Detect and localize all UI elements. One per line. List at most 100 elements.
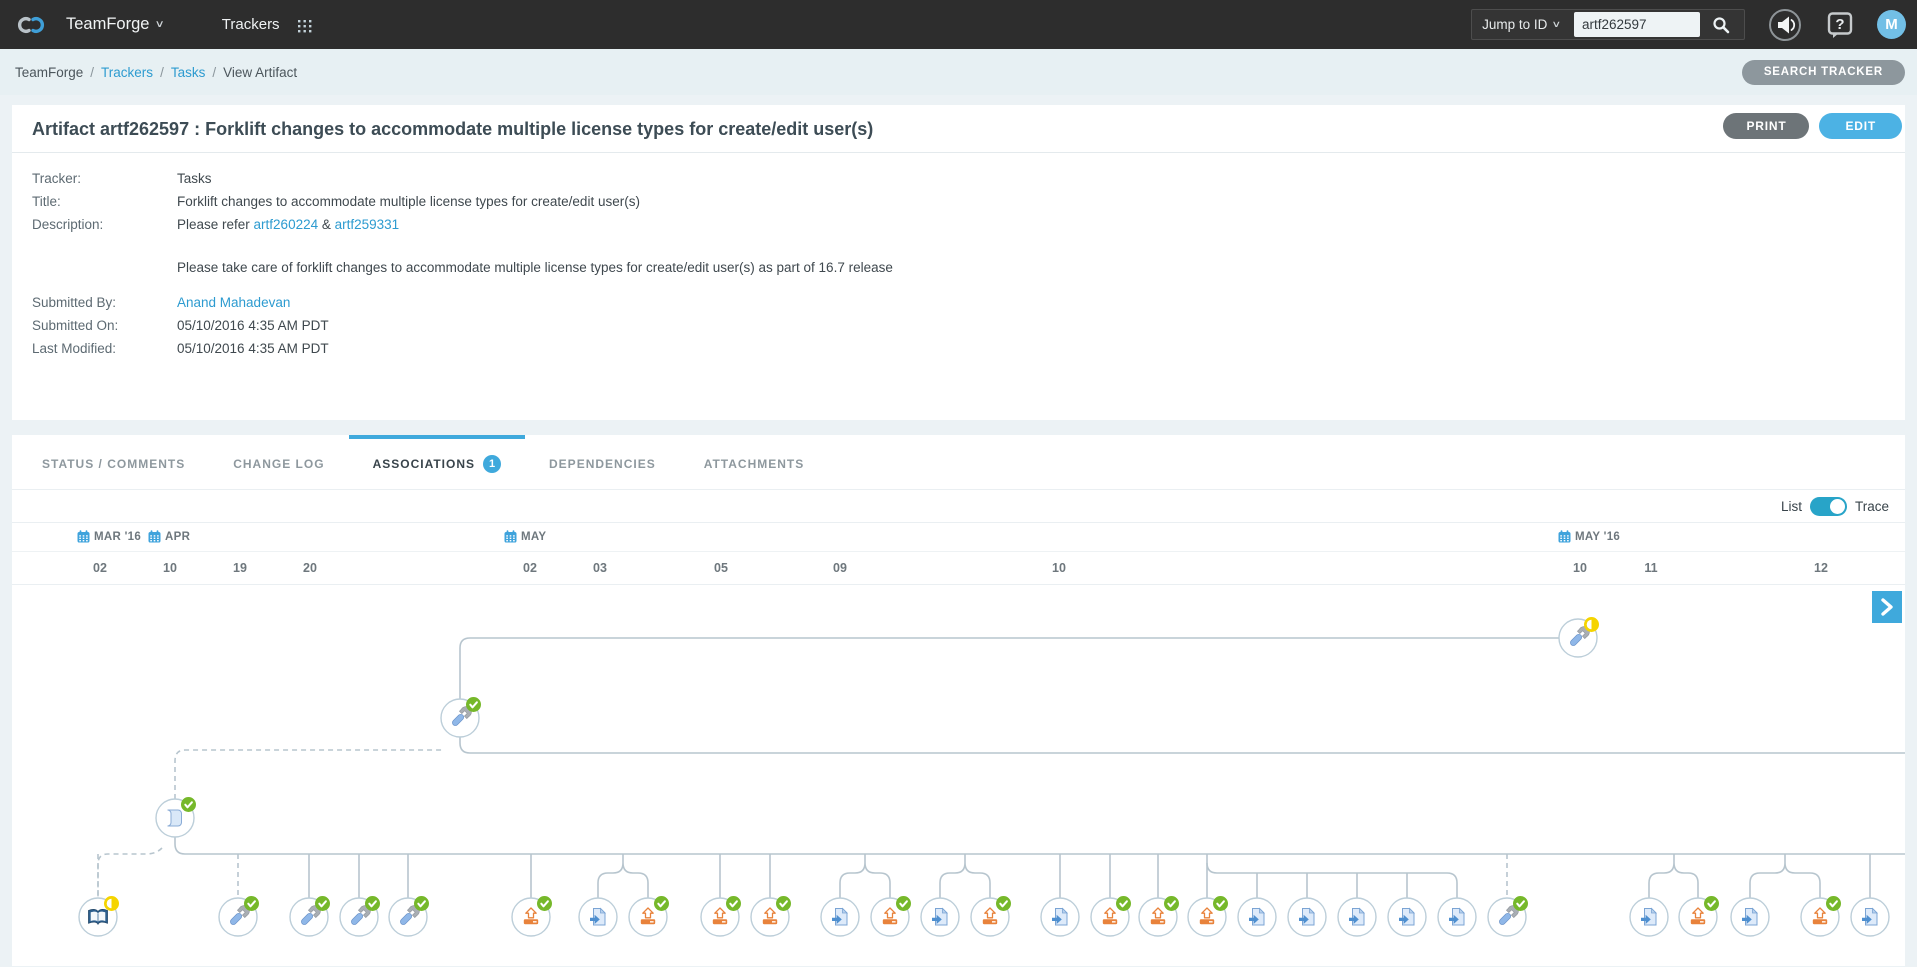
timeline-day-tick: 20 [303,561,317,575]
user-link[interactable]: Anand Mahadevan [177,295,290,310]
tab-status-comments[interactable]: STATUS / COMMENTS [18,435,209,489]
announcements-button[interactable] [1767,7,1803,43]
field-value: Anand Mahadevan [177,294,290,312]
project-switcher[interactable]: TeamForge ∨ [66,15,164,34]
field-row: Submitted By:Anand Mahadevan [32,294,1885,312]
trace-node-scroll[interactable] [156,797,196,837]
completed-badge [896,896,911,911]
artifact-link[interactable]: artf260224 [254,217,319,232]
field-row: Description:Please refer artf260224 & ar… [32,216,1885,278]
completed-badge [726,896,741,911]
month-text: MAR '16 [94,531,141,543]
trace-node-file[interactable] [821,898,859,936]
breadcrumb-item[interactable]: Trackers [101,65,153,80]
trace-node-upload[interactable] [701,896,741,936]
tab-associations[interactable]: ASSOCIATIONS1 [349,435,525,489]
trace-node-file[interactable] [921,898,959,936]
completed-badge [365,896,380,911]
trace-node-wrench[interactable] [1559,617,1599,657]
completed-badge [654,896,669,911]
field-label: Title: [32,193,177,211]
trace-node-file[interactable] [1438,898,1476,936]
svg-text:?: ? [1835,16,1844,33]
trace-node-upload[interactable] [1679,896,1719,936]
trace-node-file[interactable] [1288,898,1326,936]
trace-node-file[interactable] [1041,898,1079,936]
month-text: MAY '16 [1575,531,1620,543]
field-row: Last Modified:05/10/2016 4:35 AM PDT [32,340,1885,358]
timeline-month-label: APR [148,530,190,543]
trace-node-file[interactable] [1338,898,1376,936]
trace-node-wrench[interactable] [290,896,330,936]
description-line: Please refer artf260224 & artf259331 [177,216,893,234]
breadcrumb-item: TeamForge [15,65,83,80]
artifact-details-card: Artifact artf262597 : Forklift changes t… [12,105,1905,420]
trace-node-upload[interactable] [629,896,669,936]
trace-node-wrench[interactable] [389,896,429,936]
trace-node-upload[interactable] [1188,896,1228,936]
list-trace-toggle[interactable] [1810,497,1847,516]
tab-change-log[interactable]: CHANGE LOG [209,435,348,489]
field-value: Tasks [177,170,212,188]
nav-item-trackers[interactable]: Trackers [222,16,280,33]
edit-button[interactable]: EDIT [1819,113,1902,139]
trace-node-file[interactable] [579,898,617,936]
breadcrumb-separator: / [160,65,164,80]
trace-node-file[interactable] [1731,898,1769,936]
timeline-day-tick: 09 [833,561,847,575]
trace-node-upload[interactable] [512,896,552,936]
jump-to-id-dropdown[interactable]: Jump to ID [1482,17,1547,32]
jump-to-id-group: Jump to ID ∨ [1471,9,1745,40]
search-button[interactable] [1712,16,1730,34]
help-button[interactable]: ? [1825,10,1855,40]
user-avatar[interactable]: M [1877,10,1906,39]
search-tracker-button[interactable]: SEARCH TRACKER [1742,60,1905,85]
completed-badge [1213,896,1228,911]
timeline-day-tick: 03 [593,561,607,575]
trace-node-upload[interactable] [751,896,791,936]
completed-badge [776,896,791,911]
in-progress-badge [104,896,119,911]
field-value: Forklift changes to accommodate multiple… [177,193,640,211]
trace-node-file[interactable] [1851,898,1889,936]
timeline-months-row: MAR '16APRMAYMAY '16 [12,523,1905,552]
trace-node-wrench[interactable] [441,697,481,737]
breadcrumb-item[interactable]: Tasks [171,65,206,80]
trace-node-upload[interactable] [1139,896,1179,936]
search-input[interactable] [1574,12,1700,37]
timeline-day-tick: 10 [1052,561,1066,575]
tab-label: ASSOCIATIONS [373,457,475,471]
field-value: 05/10/2016 4:35 AM PDT [177,317,329,335]
scroll-right-button[interactable] [1872,591,1902,623]
apps-grid-icon[interactable] [296,16,314,34]
trace-node-book[interactable] [79,896,119,936]
trace-node-file[interactable] [1388,898,1426,936]
view-toggle-row: List Trace [12,490,1905,523]
timeline-day-tick: 02 [93,561,107,575]
trace-node-upload[interactable] [1801,896,1841,936]
month-text: APR [165,531,190,543]
trace-node-upload[interactable] [971,896,1011,936]
trace-node-wrench[interactable] [340,896,380,936]
teamforge-logo-icon[interactable] [14,10,48,40]
trace-node-upload[interactable] [1091,896,1131,936]
tab-dependencies[interactable]: DEPENDENCIES [525,435,680,489]
trace-node-wrench[interactable] [219,896,259,936]
breadcrumb-separator: / [212,65,216,80]
description-text: Please refer [177,217,254,232]
timeline-day-tick: 02 [523,561,537,575]
brand-label: TeamForge [66,15,149,34]
trace-node-file[interactable] [1238,898,1276,936]
tab-attachments[interactable]: ATTACHMENTS [680,435,829,489]
trace-node-upload[interactable] [871,896,911,936]
print-button[interactable]: PRINT [1723,113,1809,139]
trace-node-wrench[interactable] [1488,896,1528,936]
timeline-day-tick: 19 [233,561,247,575]
timeline-month-label: MAY '16 [1558,530,1620,543]
artifact-link[interactable]: artf259331 [335,217,400,232]
field-label: Description: [32,216,177,278]
description-paragraph: Please take care of forklift changes to … [177,258,893,278]
field-value: Please refer artf260224 & artf259331Plea… [177,216,893,278]
timeline-day-tick: 12 [1814,561,1828,575]
trace-node-file[interactable] [1630,898,1668,936]
